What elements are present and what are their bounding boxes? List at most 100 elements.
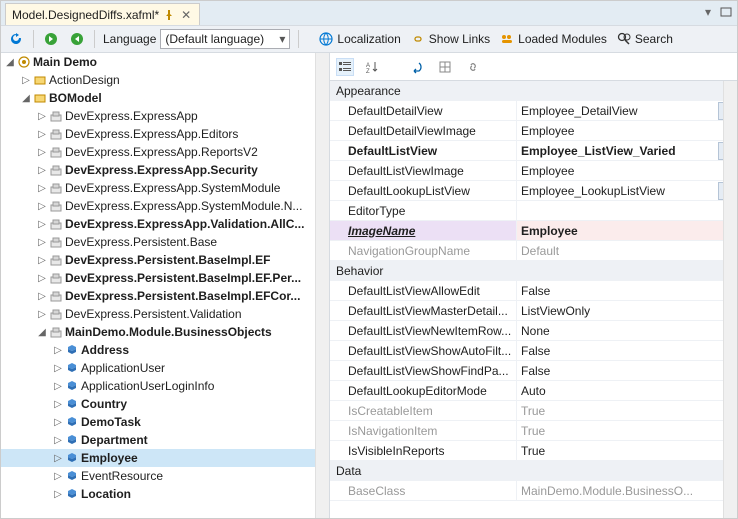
category-label: Data [336, 464, 361, 478]
expander-icon[interactable]: ▷ [35, 111, 49, 122]
maximize-icon[interactable] [719, 5, 733, 19]
expander-icon[interactable]: ▷ [35, 147, 49, 158]
expander-icon[interactable]: ▷ [51, 399, 65, 410]
prop-value: Employee [517, 121, 737, 140]
prop-row[interactable]: IsCreatableItemTrue [330, 401, 737, 421]
tree-root[interactable]: ◢ Main Demo [1, 53, 329, 71]
undo-button[interactable] [408, 58, 426, 76]
tree-node[interactable]: ▷Location [1, 485, 329, 503]
document-tab[interactable]: Model.DesignedDiffs.xafml* ✕ [5, 3, 200, 25]
prop-row[interactable]: DefaultListViewShowAutoFilt...False [330, 341, 737, 361]
show-links-button[interactable]: Show Links [411, 32, 490, 46]
tree-node[interactable]: ◢MainDemo.Module.BusinessObjects [1, 323, 329, 341]
forward-button[interactable] [42, 30, 60, 48]
refresh-button[interactable] [7, 30, 25, 48]
tree-node[interactable]: ▷DevExpress.ExpressApp.SystemModule.N... [1, 197, 329, 215]
namespace-icon [49, 289, 63, 303]
expander-icon[interactable]: ▷ [51, 471, 65, 482]
tree-node-employee[interactable]: ▷Employee [1, 449, 329, 467]
property-rows[interactable]: Appearance▴ DefaultDetailViewEmployee_De… [330, 81, 737, 518]
expander-icon[interactable]: ▷ [35, 165, 49, 176]
expander-icon[interactable]: ▷ [51, 363, 65, 374]
tab-dropdown-icon[interactable]: ▾ [701, 5, 715, 19]
expander-icon[interactable]: ▷ [19, 75, 33, 86]
tree-node[interactable]: ▷DevExpress.ExpressApp.SystemModule [1, 179, 329, 197]
tree-node[interactable]: ▷ ActionDesign [1, 71, 329, 89]
tree-node[interactable]: ▷DevExpress.Persistent.BaseImpl.EF [1, 251, 329, 269]
tree-node[interactable]: ▷Department [1, 431, 329, 449]
localization-button[interactable]: Localization [319, 32, 400, 46]
pin-icon[interactable] [163, 9, 175, 21]
expander-icon[interactable]: ▷ [51, 435, 65, 446]
tree-node[interactable]: ▷Country [1, 395, 329, 413]
prop-row[interactable]: DefaultListViewShowFindPa...False [330, 361, 737, 381]
expander-icon[interactable]: ◢ [35, 327, 49, 338]
search-button[interactable]: Search [617, 32, 673, 46]
tree-node[interactable]: ▷DevExpress.ExpressApp.Validation.AllC..… [1, 215, 329, 233]
prop-row-imagename[interactable]: ImageNameEmployee··· [330, 221, 737, 241]
tree-node[interactable]: ▷Address [1, 341, 329, 359]
tree-node[interactable]: ▷DemoTask [1, 413, 329, 431]
expander-icon[interactable]: ◢ [19, 93, 33, 104]
language-select[interactable]: (Default language) ▾ [160, 29, 290, 49]
close-icon[interactable]: ✕ [179, 8, 193, 22]
expander-icon[interactable]: ▷ [35, 309, 49, 320]
expander-icon[interactable]: ▷ [35, 201, 49, 212]
expander-icon[interactable]: ▷ [35, 183, 49, 194]
grid-button[interactable] [436, 58, 454, 76]
tree-node[interactable]: ▷ApplicationUser [1, 359, 329, 377]
categorized-button[interactable] [336, 58, 354, 76]
node-label: DevExpress.ExpressApp [65, 109, 198, 123]
expander-icon[interactable]: ▷ [51, 453, 65, 464]
prop-value: True [517, 441, 737, 460]
prop-row[interactable]: DefaultListViewImageEmployee [330, 161, 737, 181]
back-button[interactable] [68, 30, 86, 48]
tree-node[interactable]: ▷DevExpress.ExpressApp.Security [1, 161, 329, 179]
category-data[interactable]: Data▴ [330, 461, 737, 481]
prop-row[interactable]: DefaultLookupEditorModeAuto [330, 381, 737, 401]
tree-node[interactable]: ▷DevExpress.Persistent.BaseImpl.EF.Per..… [1, 269, 329, 287]
tree-node[interactable]: ▷DevExpress.ExpressApp.ReportsV2 [1, 143, 329, 161]
expander-icon[interactable]: ▷ [35, 219, 49, 230]
expander-icon[interactable]: ▷ [35, 273, 49, 284]
link-button[interactable] [464, 58, 482, 76]
prop-row[interactable]: NavigationGroupNameDefault [330, 241, 737, 261]
category-appearance[interactable]: Appearance▴ [330, 81, 737, 101]
expander-icon[interactable]: ▷ [35, 129, 49, 140]
prop-row[interactable]: IsVisibleInReportsTrue [330, 441, 737, 461]
tree-node[interactable]: ▷DevExpress.Persistent.Base [1, 233, 329, 251]
prop-row[interactable]: DefaultDetailViewImageEmployee [330, 121, 737, 141]
alphabetical-button[interactable]: AZ [364, 58, 382, 76]
category-behavior[interactable]: Behavior▴ [330, 261, 737, 281]
prop-row[interactable]: DefaultListViewEmployee_ListView_Varied [330, 141, 737, 161]
prop-row[interactable]: DefaultListViewAllowEditFalse [330, 281, 737, 301]
prop-row[interactable]: DefaultListViewMasterDetail...ListViewOn… [330, 301, 737, 321]
expander-icon[interactable]: ▷ [35, 291, 49, 302]
expander-icon[interactable]: ▷ [51, 345, 65, 356]
loaded-modules-button[interactable]: Loaded Modules [500, 32, 607, 46]
tree-node[interactable]: ▷DevExpress.Persistent.Validation [1, 305, 329, 323]
tree-node[interactable]: ▷DevExpress.ExpressApp.Editors [1, 125, 329, 143]
tree-node[interactable]: ▷DevExpress.Persistent.BaseImpl.EFCor... [1, 287, 329, 305]
tree-node[interactable]: ▷ DevExpress.ExpressApp [1, 107, 329, 125]
prop-row[interactable]: EditorType [330, 201, 737, 221]
prop-row[interactable]: DefaultDetailViewEmployee_DetailView [330, 101, 737, 121]
expander-icon[interactable]: ▷ [51, 381, 65, 392]
prop-row[interactable]: DefaultLookupListViewEmployee_LookupList… [330, 181, 737, 201]
prop-row[interactable]: DefaultListViewNewItemRow...None [330, 321, 737, 341]
tree-node[interactable]: ▷ApplicationUserLoginInfo [1, 377, 329, 395]
model-tree[interactable]: ◢ Main Demo ▷ ActionDesign ◢ BOModel ▷De… [1, 53, 330, 518]
tree-node[interactable]: ▷EventResource [1, 467, 329, 485]
property-scrollbar[interactable] [723, 81, 737, 518]
expander-icon[interactable]: ▷ [35, 237, 49, 248]
expander-icon[interactable]: ▷ [51, 489, 65, 500]
prop-row[interactable]: IsNavigationItemTrue [330, 421, 737, 441]
expander-icon[interactable]: ▷ [35, 255, 49, 266]
expander-icon[interactable]: ◢ [3, 57, 17, 68]
expander-icon[interactable]: ▷ [51, 417, 65, 428]
tree-scrollbar[interactable] [315, 53, 329, 518]
prop-row[interactable]: BaseClassMainDemo.Module.BusinessO... [330, 481, 737, 501]
gear-icon [17, 55, 31, 69]
tree-bomodel[interactable]: ◢ BOModel [1, 89, 329, 107]
main-toolbar: Language (Default language) ▾ Localizati… [1, 25, 737, 53]
